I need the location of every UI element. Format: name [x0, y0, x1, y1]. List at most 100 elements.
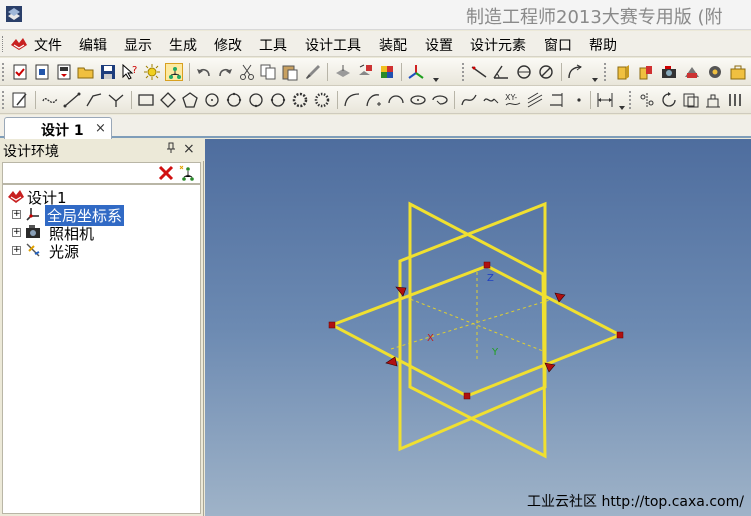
menu-view[interactable]: 显示 — [124, 35, 152, 55]
material-icon[interactable] — [378, 63, 396, 81]
handle-left[interactable] — [328, 321, 336, 329]
folder-icon[interactable] — [77, 63, 95, 81]
menu-tools[interactable]: 工具 — [259, 35, 287, 55]
snap-icon[interactable] — [356, 63, 374, 81]
mirror-icon[interactable] — [638, 91, 656, 109]
toolbox-icon[interactable] — [729, 63, 747, 81]
rotate-icon[interactable] — [660, 91, 678, 109]
angle-icon[interactable] — [492, 63, 510, 81]
panel-close-icon[interactable]: × — [183, 141, 195, 157]
menu-modify[interactable]: 修改 — [214, 35, 242, 55]
tree-item-design-1[interactable]: 设计1 — [5, 188, 195, 207]
brush-icon[interactable] — [304, 63, 322, 81]
axis-icon[interactable] — [407, 63, 425, 81]
circle-center-icon[interactable] — [203, 91, 221, 109]
menu-window[interactable]: 窗口 — [544, 35, 572, 55]
rectangle-icon[interactable] — [137, 91, 155, 109]
camera-icon[interactable] — [660, 63, 678, 81]
copy-icon[interactable] — [259, 63, 277, 81]
tree-item-light-source[interactable]: + 光源 — [5, 242, 195, 261]
circle-icon[interactable] — [515, 63, 533, 81]
angle-line-icon[interactable] — [470, 63, 488, 81]
tab-close-icon[interactable]: × — [95, 121, 106, 136]
help-pointer-icon[interactable]: ? — [121, 63, 139, 81]
tree-item-camera[interactable]: + 照相机 — [5, 224, 195, 243]
assembly-icon[interactable] — [637, 63, 655, 81]
sun-icon[interactable] — [143, 63, 161, 81]
gear-icon[interactable] — [706, 63, 724, 81]
new-file-icon[interactable] — [11, 63, 29, 81]
no-entry-icon[interactable] — [537, 63, 555, 81]
template-icon[interactable] — [55, 63, 73, 81]
toolbar-grip[interactable] — [629, 91, 633, 109]
polyline-icon[interactable] — [85, 91, 103, 109]
circle-3pt-icon[interactable] — [225, 91, 243, 109]
vertical-plane-front[interactable] — [408, 201, 547, 459]
toolbar-overflow-icon[interactable] — [619, 102, 625, 110]
toolbar-overflow-icon[interactable] — [592, 74, 598, 82]
delete-icon[interactable] — [158, 165, 174, 181]
extrude-icon[interactable] — [704, 91, 722, 109]
open-file-icon[interactable] — [33, 63, 51, 81]
branch-icon[interactable] — [107, 91, 125, 109]
new-item-icon[interactable] — [179, 165, 197, 183]
polygon-icon[interactable] — [159, 91, 177, 109]
system-menu-icon[interactable] — [10, 37, 28, 51]
toolbar-grip[interactable] — [604, 63, 608, 81]
trim-icon[interactable] — [548, 91, 566, 109]
dimension-icon[interactable] — [596, 91, 614, 109]
light-icon[interactable] — [683, 63, 701, 81]
text-icon[interactable]: XY- — [504, 91, 522, 109]
menu-design-elements[interactable]: 设计元素 — [470, 35, 526, 55]
cut-icon[interactable] — [238, 63, 256, 81]
curve-icon[interactable] — [41, 91, 59, 109]
revolve-icon[interactable] — [726, 91, 744, 109]
arc-tangent-icon[interactable] — [365, 91, 383, 109]
toolbar-grip[interactable] — [2, 63, 6, 81]
menu-assembly[interactable]: 装配 — [379, 35, 407, 55]
tab-design-1[interactable]: 设计 1 × — [4, 117, 112, 139]
render-icon[interactable] — [334, 63, 352, 81]
ellipse-arc-icon[interactable] — [431, 91, 449, 109]
menu-settings[interactable]: 设置 — [425, 35, 453, 55]
design-tree-icon[interactable] — [165, 63, 183, 81]
circle-tan-icon[interactable] — [247, 91, 265, 109]
vertical-plane-back[interactable] — [398, 201, 547, 452]
spline-icon[interactable] — [460, 91, 478, 109]
toolbar-overflow-icon[interactable] — [433, 74, 439, 82]
menu-edit[interactable]: 编辑 — [79, 35, 107, 55]
copy-shape-icon[interactable] — [682, 91, 700, 109]
save-icon[interactable] — [99, 63, 117, 81]
sketch-icon[interactable] — [11, 91, 29, 109]
circle-alt-icon[interactable] — [269, 91, 287, 109]
menu-file[interactable]: 文件 — [34, 35, 62, 55]
tree-item-global-coordinate-system[interactable]: + 全局坐标系 — [5, 205, 195, 226]
pin-icon[interactable] — [166, 142, 176, 157]
line-icon[interactable] — [63, 91, 81, 109]
pentagon-icon[interactable] — [181, 91, 199, 109]
plane-handles[interactable] — [328, 261, 624, 400]
menu-design-tools[interactable]: 设计工具 — [305, 35, 361, 55]
menu-help[interactable]: 帮助 — [589, 35, 617, 55]
undo-icon[interactable] — [195, 63, 213, 81]
point-icon[interactable] — [570, 91, 588, 109]
expand-icon[interactable]: + — [12, 210, 21, 219]
gear-circle-icon[interactable] — [291, 91, 309, 109]
menu-grip[interactable] — [2, 36, 5, 52]
redo-icon[interactable] — [216, 63, 234, 81]
part-icon[interactable] — [614, 63, 632, 81]
ellipse-icon[interactable] — [409, 91, 427, 109]
paste-icon[interactable] — [281, 63, 299, 81]
handle-right[interactable] — [616, 331, 624, 339]
arc-3pt-icon[interactable] — [387, 91, 405, 109]
handle-bottom[interactable] — [463, 392, 471, 400]
horizontal-plane[interactable] — [328, 264, 624, 398]
3d-viewport[interactable]: Z X Y 工业云社区 http://top.caxa.com/ — [205, 139, 751, 516]
expand-icon[interactable]: + — [12, 246, 21, 255]
hatch-icon[interactable] — [526, 91, 544, 109]
arc-icon[interactable] — [343, 91, 361, 109]
arc-dimension-icon[interactable] — [567, 63, 585, 81]
menu-generate[interactable]: 生成 — [169, 35, 197, 55]
toolbar-grip[interactable] — [462, 63, 466, 81]
offset-icon[interactable] — [482, 91, 500, 109]
